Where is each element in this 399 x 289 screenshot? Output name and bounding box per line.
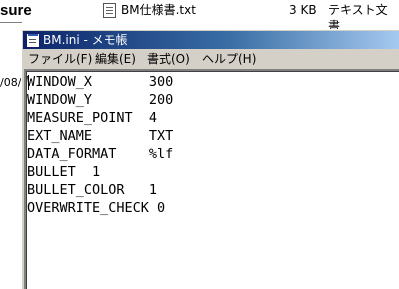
explorer-heading-divider xyxy=(0,22,22,23)
window-title: BM.ini - メモ帳 xyxy=(43,33,128,47)
editor-line: BULLET 1 xyxy=(27,164,101,180)
notepad-titlebar[interactable]: BM.ini - メモ帳 xyxy=(23,31,399,49)
editor-content: WINDOW_X 300 WINDOW_Y 200 MEASURE_POINT … xyxy=(26,71,399,217)
menu-help[interactable]: ヘルプ(H) xyxy=(202,50,256,69)
explorer-file-size: 3 KB xyxy=(289,3,317,17)
explorer-file-row[interactable]: BM仕様書.txt 3 KB テキスト文書 xyxy=(103,2,399,33)
text-editor-area[interactable]: WINDOW_X 300 WINDOW_Y 200 MEASURE_POINT … xyxy=(24,69,399,289)
editor-line: EXT_NAME TXT xyxy=(27,128,174,144)
text-file-icon xyxy=(103,3,116,18)
menu-bar: ファイル(F) 編集(E) 書式(O) ヘルプ(H) xyxy=(23,50,399,69)
text-caret xyxy=(28,75,29,90)
editor-line: OVERWRITE_CHECK 0 xyxy=(27,200,166,216)
editor-line: WINDOW_Y 200 xyxy=(27,92,174,108)
explorer-date-fragment: /08/ xyxy=(0,76,22,89)
notepad-icon[interactable] xyxy=(26,33,40,48)
explorer-heading-fragment: sure xyxy=(0,2,32,19)
menu-edit[interactable]: 編集(E) xyxy=(95,50,136,69)
editor-line: WINDOW_X 300 xyxy=(27,74,174,90)
menu-file[interactable]: ファイル(F) xyxy=(28,50,92,69)
editor-line: MEASURE_POINT 4 xyxy=(27,110,158,126)
editor-line: DATA_FORMAT %lf xyxy=(27,146,174,162)
notepad-window[interactable]: BM.ini - メモ帳 ファイル(F) 編集(E) 書式(O) ヘルプ(H) … xyxy=(21,29,399,289)
editor-line: BULLET_COLOR 1 xyxy=(27,182,158,198)
explorer-file-name: BM仕様書.txt xyxy=(121,3,196,17)
menu-format[interactable]: 書式(O) xyxy=(147,50,190,69)
